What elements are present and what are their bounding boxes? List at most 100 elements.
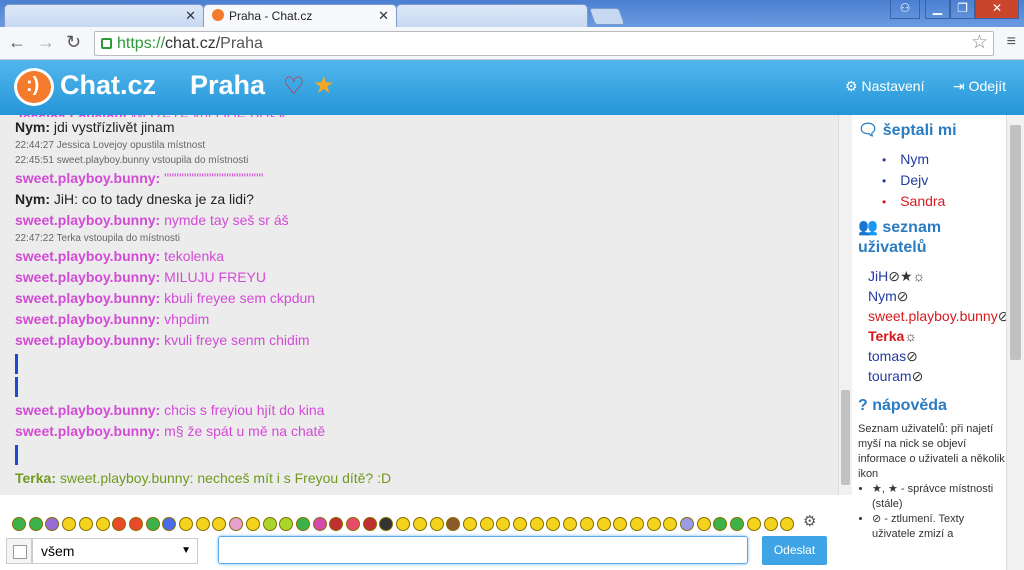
emoticon-icon[interactable] xyxy=(563,517,578,531)
back-icon[interactable]: ← xyxy=(8,32,26,53)
message-nick[interactable]: sweet.playboy.bunny: xyxy=(15,269,160,285)
emoticon-icon[interactable] xyxy=(78,517,93,531)
user-nick[interactable]: Nym xyxy=(868,288,897,304)
emoticon-icon[interactable] xyxy=(195,517,210,531)
emoticon-icon[interactable] xyxy=(696,517,711,531)
emoticon-icon[interactable] xyxy=(546,517,561,531)
user-item[interactable]: tomas⊘ xyxy=(868,346,1006,366)
emoticon-icon[interactable] xyxy=(412,517,427,531)
user-item[interactable]: Nym⊘ xyxy=(868,286,1006,306)
emoticon-icon[interactable] xyxy=(12,517,26,531)
emoticon-icon[interactable] xyxy=(513,517,527,531)
send-button[interactable]: Odeslat xyxy=(762,536,827,565)
message-nick[interactable]: Nym: xyxy=(15,119,50,135)
emoticon-icon[interactable] xyxy=(262,517,277,531)
bookmark-star-icon[interactable]: ☆ xyxy=(971,31,988,54)
emoticon-icon[interactable] xyxy=(763,517,778,531)
logout-link[interactable]: ⇥ Odejít xyxy=(953,78,1006,95)
emoticon-icon[interactable] xyxy=(629,517,644,531)
emoticon-icon[interactable] xyxy=(379,517,394,531)
chat-scrollbar[interactable] xyxy=(838,115,852,495)
emoticon-icon[interactable] xyxy=(646,517,661,531)
emoticon-icon[interactable] xyxy=(245,517,260,531)
emoticon-icon[interactable] xyxy=(713,517,728,531)
chat-logo-icon[interactable]: :) xyxy=(14,68,54,106)
emoticon-icon[interactable] xyxy=(429,517,444,531)
close-tab-icon[interactable]: ✕ xyxy=(378,8,389,24)
close-tab-icon[interactable]: ✕ xyxy=(185,8,196,24)
message-nick[interactable]: sweet.playboy.bunny: xyxy=(15,248,160,264)
emoticon-settings-icon[interactable]: ⚙ xyxy=(803,512,816,530)
message-nick[interactable]: sweet.playboy.bunny: xyxy=(15,212,160,228)
emoticon-icon[interactable] xyxy=(229,517,244,531)
user-nick[interactable]: touram xyxy=(868,368,912,384)
whisper-item[interactable]: Sandra xyxy=(882,191,1006,212)
message-nick[interactable]: Nym: xyxy=(15,191,50,207)
emoticon-icon[interactable] xyxy=(730,517,745,531)
emoticon-icon[interactable] xyxy=(579,517,594,531)
address-bar[interactable]: https://chat.cz/Praha ☆ xyxy=(94,31,994,56)
message-input[interactable] xyxy=(218,536,748,564)
user-icon[interactable]: ⚇ xyxy=(890,0,920,19)
minimize-button[interactable]: ▁ xyxy=(925,0,950,19)
browser-tab[interactable] xyxy=(396,4,588,27)
emoticon-icon[interactable] xyxy=(529,517,544,531)
message-nick[interactable]: sweet.playboy.bunny: xyxy=(15,332,160,348)
close-window-button[interactable]: ✕ xyxy=(975,0,1019,19)
reload-icon[interactable]: ↻ xyxy=(66,32,81,53)
emoticon-icon[interactable] xyxy=(279,517,294,531)
emoticon-icon[interactable] xyxy=(680,517,694,531)
emoticon-icon[interactable] xyxy=(746,517,761,531)
emoticon-icon[interactable] xyxy=(95,517,110,531)
emoticon-icon[interactable] xyxy=(780,517,795,531)
message-nick[interactable]: sweet.playboy.bunny: xyxy=(15,311,160,327)
emoticon-icon[interactable] xyxy=(128,517,143,531)
user-item[interactable]: JiH⊘★☼ xyxy=(868,266,1006,286)
user-item[interactable]: Terka☼ xyxy=(868,326,1006,346)
emoticon-icon[interactable] xyxy=(613,517,628,531)
emoticon-icon[interactable] xyxy=(179,517,193,531)
chat-log[interactable]: Jessica Lovejoy: MOŽETE NA ODE PUSK Nym:… xyxy=(0,115,838,495)
message-nick[interactable]: Terka: xyxy=(15,470,56,486)
logo-text[interactable]: Chat.cz xyxy=(60,70,156,101)
emoticon-icon[interactable] xyxy=(162,517,177,531)
emoticon-icon[interactable] xyxy=(28,517,43,531)
user-item[interactable]: sweet.playboy.bunny⊘ xyxy=(868,306,1006,326)
user-nick[interactable]: JiH xyxy=(868,268,888,284)
emoticon-icon[interactable] xyxy=(479,517,494,531)
emoticon-icon[interactable] xyxy=(145,517,160,531)
emoticon-icon[interactable] xyxy=(312,517,327,531)
user-nick[interactable]: sweet.playboy.bunny xyxy=(868,308,998,324)
emoticon-icon[interactable] xyxy=(596,517,611,531)
emoticon-icon[interactable] xyxy=(446,517,461,531)
new-tab-button[interactable] xyxy=(588,8,626,25)
restore-button[interactable]: ❐ xyxy=(950,0,975,19)
heart-icon[interactable]: ♡ xyxy=(283,72,305,101)
message-nick[interactable]: sweet.playboy.bunny: xyxy=(15,402,160,418)
user-item[interactable]: touram⊘ xyxy=(868,366,1006,386)
user-nick[interactable]: Terka xyxy=(868,328,904,344)
message-nick[interactable]: sweet.playboy.bunny: xyxy=(15,170,160,186)
message-nick[interactable]: sweet.playboy.bunny: xyxy=(15,423,160,439)
emoticon-icon[interactable] xyxy=(329,517,344,531)
emoticon-icon[interactable] xyxy=(663,517,678,531)
recipient-select[interactable]: všem ▼ xyxy=(32,538,198,564)
star-icon[interactable]: ★ xyxy=(313,71,335,100)
emoticon-icon[interactable] xyxy=(112,517,127,531)
emoticon-icon[interactable] xyxy=(295,517,310,531)
settings-link[interactable]: ⚙ Nastavení xyxy=(845,78,925,95)
private-checkbox[interactable] xyxy=(6,538,32,564)
forward-icon[interactable]: → xyxy=(37,32,55,53)
browser-tab[interactable]: ✕ xyxy=(4,4,204,27)
menu-icon[interactable]: ≡ xyxy=(1007,33,1016,51)
whisper-item[interactable]: Nym xyxy=(882,149,1006,170)
emoticon-icon[interactable] xyxy=(396,517,411,531)
browser-tab-active[interactable]: Praha - Chat.cz ✕ xyxy=(203,4,397,27)
emoticon-icon[interactable] xyxy=(496,517,511,531)
message-nick[interactable]: sweet.playboy.bunny: xyxy=(15,290,160,306)
emoticon-icon[interactable] xyxy=(45,517,60,531)
sidebar-scrollbar[interactable] xyxy=(1006,115,1024,570)
emoticon-icon[interactable] xyxy=(212,517,227,531)
user-nick[interactable]: tomas xyxy=(868,348,906,364)
whisper-item[interactable]: Dejv xyxy=(882,170,1006,191)
